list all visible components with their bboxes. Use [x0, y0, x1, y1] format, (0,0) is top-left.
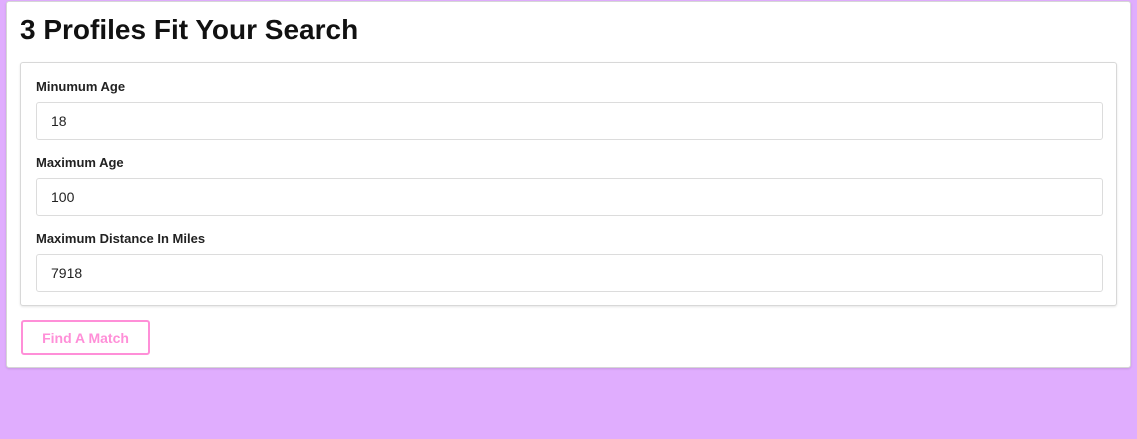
max-age-input[interactable]: [36, 178, 1103, 216]
search-form: Minumum Age Maximum Age Maximum Distance…: [20, 62, 1117, 306]
max-distance-label: Maximum Distance In Miles: [36, 231, 206, 246]
search-card: 3 Profiles Fit Your Search Minumum Age M…: [6, 1, 1131, 368]
page-title: 3 Profiles Fit Your Search: [20, 14, 359, 45]
find-match-button[interactable]: Find A Match: [21, 320, 150, 355]
max-age-label: Maximum Age: [36, 155, 124, 170]
max-distance-input[interactable]: [36, 254, 1103, 292]
min-age-input[interactable]: [36, 102, 1103, 140]
min-age-label: Minumum Age: [36, 79, 126, 94]
